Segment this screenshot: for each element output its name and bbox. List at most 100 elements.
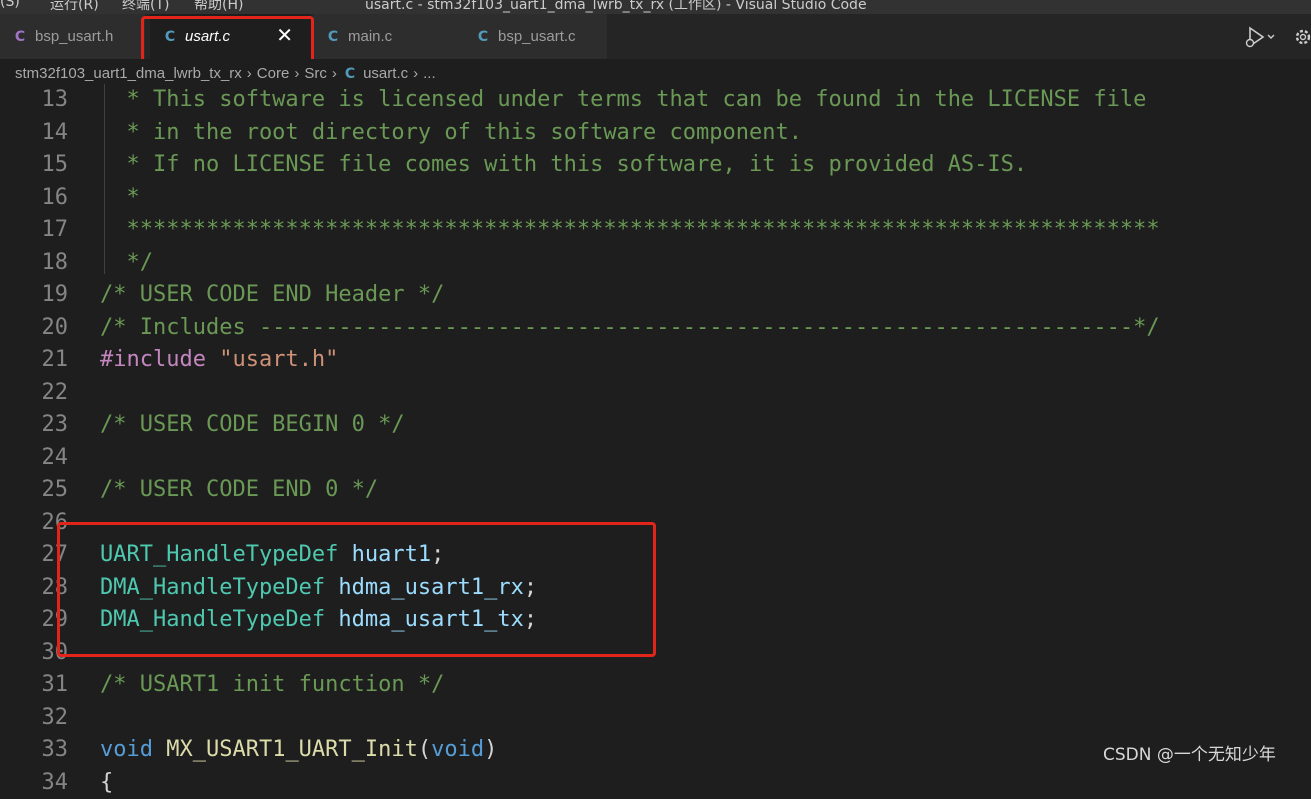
code-token: void — [100, 737, 153, 762]
line-number: 29 — [41, 607, 69, 632]
line-number: 13 — [41, 87, 69, 112]
gear-icon[interactable] — [1293, 26, 1311, 48]
breadcrumb-item-file[interactable]: usart.c — [363, 65, 408, 82]
code-line[interactable]: */ — [100, 247, 153, 279]
code-line[interactable]: /* USER CODE BEGIN 0 */ — [100, 409, 405, 441]
code-token: ****************************************… — [100, 217, 1160, 242]
line-number: 27 — [41, 542, 69, 567]
code-token: hdma_usart1_tx — [338, 607, 524, 632]
code-token: /* USER CODE END Header */ — [100, 282, 445, 307]
chevron-right-icon: › — [331, 65, 337, 82]
tab-bar: C bsp_usart.h C usart.c ✕ C main.c C bsp… — [0, 14, 1311, 59]
code-line[interactable]: * If no LICENSE file comes with this sof… — [100, 149, 1027, 181]
code-token: * If no LICENSE file comes with this sof… — [100, 152, 1028, 177]
line-number: 32 — [41, 704, 69, 730]
menu-item-run[interactable]: 运行(R) — [50, 0, 99, 14]
code-token: ; — [431, 542, 445, 567]
line-number: 24 — [41, 444, 69, 470]
close-icon[interactable]: ✕ — [276, 23, 293, 47]
code-editor[interactable]: 13 * This software is licensed under ter… — [0, 84, 1311, 795]
menu-item-help[interactable]: 帮助(H) — [194, 0, 243, 14]
code-token: huart1 — [351, 542, 432, 567]
tab-label: main.c — [348, 28, 393, 45]
line-number: 22 — [41, 379, 69, 405]
c-file-icon: C — [164, 28, 176, 45]
code-token: DMA_HandleTypeDef — [100, 607, 326, 632]
line-number: 14 — [41, 119, 69, 145]
code-line[interactable]: /* USART1 init function */ — [100, 669, 444, 701]
line-number: 15 — [41, 152, 69, 177]
menu-item-selection[interactable]: (S) — [0, 0, 20, 10]
code-token: /* Includes ----------------------------… — [100, 314, 1160, 340]
window-title: usart.c - stm32f103_uart1_dma_lwrb_tx_rx… — [365, 0, 867, 13]
line-number: 31 — [41, 672, 69, 697]
code-line[interactable]: void MX_USART1_UART_Init(void) — [100, 734, 497, 766]
tab-bsp-usart-c[interactable]: C bsp_usart.c — [463, 14, 608, 59]
c-file-icon: C — [477, 28, 489, 45]
c-file-icon: C — [327, 28, 339, 45]
code-token: */ — [100, 249, 153, 275]
line-number: 30 — [41, 639, 69, 665]
code-token: UART_HandleTypeDef — [100, 542, 339, 567]
run-debug-icon[interactable] — [1244, 25, 1276, 49]
code-line[interactable]: DMA_HandleTypeDef hdma_usart1_tx; — [100, 604, 537, 636]
code-token: ; — [523, 607, 538, 632]
code-token: /* USER CODE END 0 */ — [100, 477, 379, 502]
breadcrumb-item-src[interactable]: Src — [304, 65, 327, 82]
tab-label: bsp_usart.h — [35, 28, 114, 45]
line-number: 21 — [41, 347, 69, 372]
line-number: 26 — [41, 509, 69, 535]
code-token: /* USER CODE BEGIN 0 */ — [100, 412, 405, 437]
code-token: "usart.h" — [219, 347, 339, 372]
code-line[interactable]: UART_HandleTypeDef huart1; — [100, 539, 444, 571]
line-number: 17 — [41, 217, 69, 242]
tab-usart-c[interactable]: C usart.c ✕ — [150, 14, 312, 59]
breadcrumb-item-core[interactable]: Core — [257, 65, 290, 82]
code-line[interactable]: * in the root directory of this software… — [100, 117, 802, 149]
menu-bar: (S) 运行(R) 终端(T) 帮助(H) usart.c - stm32f10… — [0, 0, 1311, 14]
code-token: * — [100, 184, 140, 210]
code-line[interactable]: * — [100, 182, 140, 214]
code-token: ) — [484, 737, 498, 762]
c-file-icon: C — [14, 28, 26, 45]
code-line[interactable]: #include "usart.h" — [100, 344, 338, 376]
tab-label: bsp_usart.c — [498, 28, 576, 45]
code-line[interactable]: ****************************************… — [100, 214, 1160, 246]
line-number: 34 — [41, 769, 69, 795]
menu-item-terminal[interactable]: 终端(T) — [122, 0, 169, 14]
watermark: CSDN @一个无知少年 — [1103, 745, 1276, 765]
chevron-right-icon: › — [246, 65, 252, 82]
line-number: 25 — [41, 477, 69, 502]
code-token: ( — [417, 737, 432, 762]
breadcrumb-item-symbol[interactable]: ... — [423, 65, 436, 82]
line-number: 23 — [41, 412, 69, 437]
line-number: 18 — [41, 249, 69, 275]
code-token: void — [431, 737, 485, 762]
code-token: hdma_usart1_rx — [338, 574, 524, 600]
line-number: 33 — [41, 737, 69, 762]
code-token: ; — [523, 574, 538, 600]
chevron-right-icon: › — [294, 65, 300, 82]
code-token: #include — [100, 347, 220, 372]
code-line[interactable]: /* Includes ----------------------------… — [100, 312, 1160, 344]
code-line[interactable]: /* USER CODE END 0 */ — [100, 474, 378, 506]
code-token: { — [100, 769, 114, 795]
line-number: 28 — [41, 574, 69, 600]
c-file-icon: C — [344, 65, 356, 82]
code-line[interactable]: { — [100, 767, 113, 799]
line-number: 19 — [41, 282, 69, 307]
breadcrumb-item-workspace[interactable]: stm32f103_uart1_dma_lwrb_tx_rx — [15, 65, 242, 82]
code-line[interactable]: /* USER CODE END Header */ — [100, 279, 444, 311]
code-line[interactable]: * This software is licensed under terms … — [100, 84, 1146, 116]
code-token: /* USART1 init function */ — [100, 672, 445, 697]
tab-main-c[interactable]: C main.c — [313, 14, 464, 59]
code-token: MX_USART1_UART_Init — [166, 737, 418, 762]
code-token: DMA_HandleTypeDef — [100, 574, 326, 600]
code-line[interactable]: DMA_HandleTypeDef hdma_usart1_rx; — [100, 572, 537, 604]
line-number: 16 — [41, 184, 69, 210]
tab-bsp-usart-h[interactable]: C bsp_usart.h — [0, 14, 146, 59]
